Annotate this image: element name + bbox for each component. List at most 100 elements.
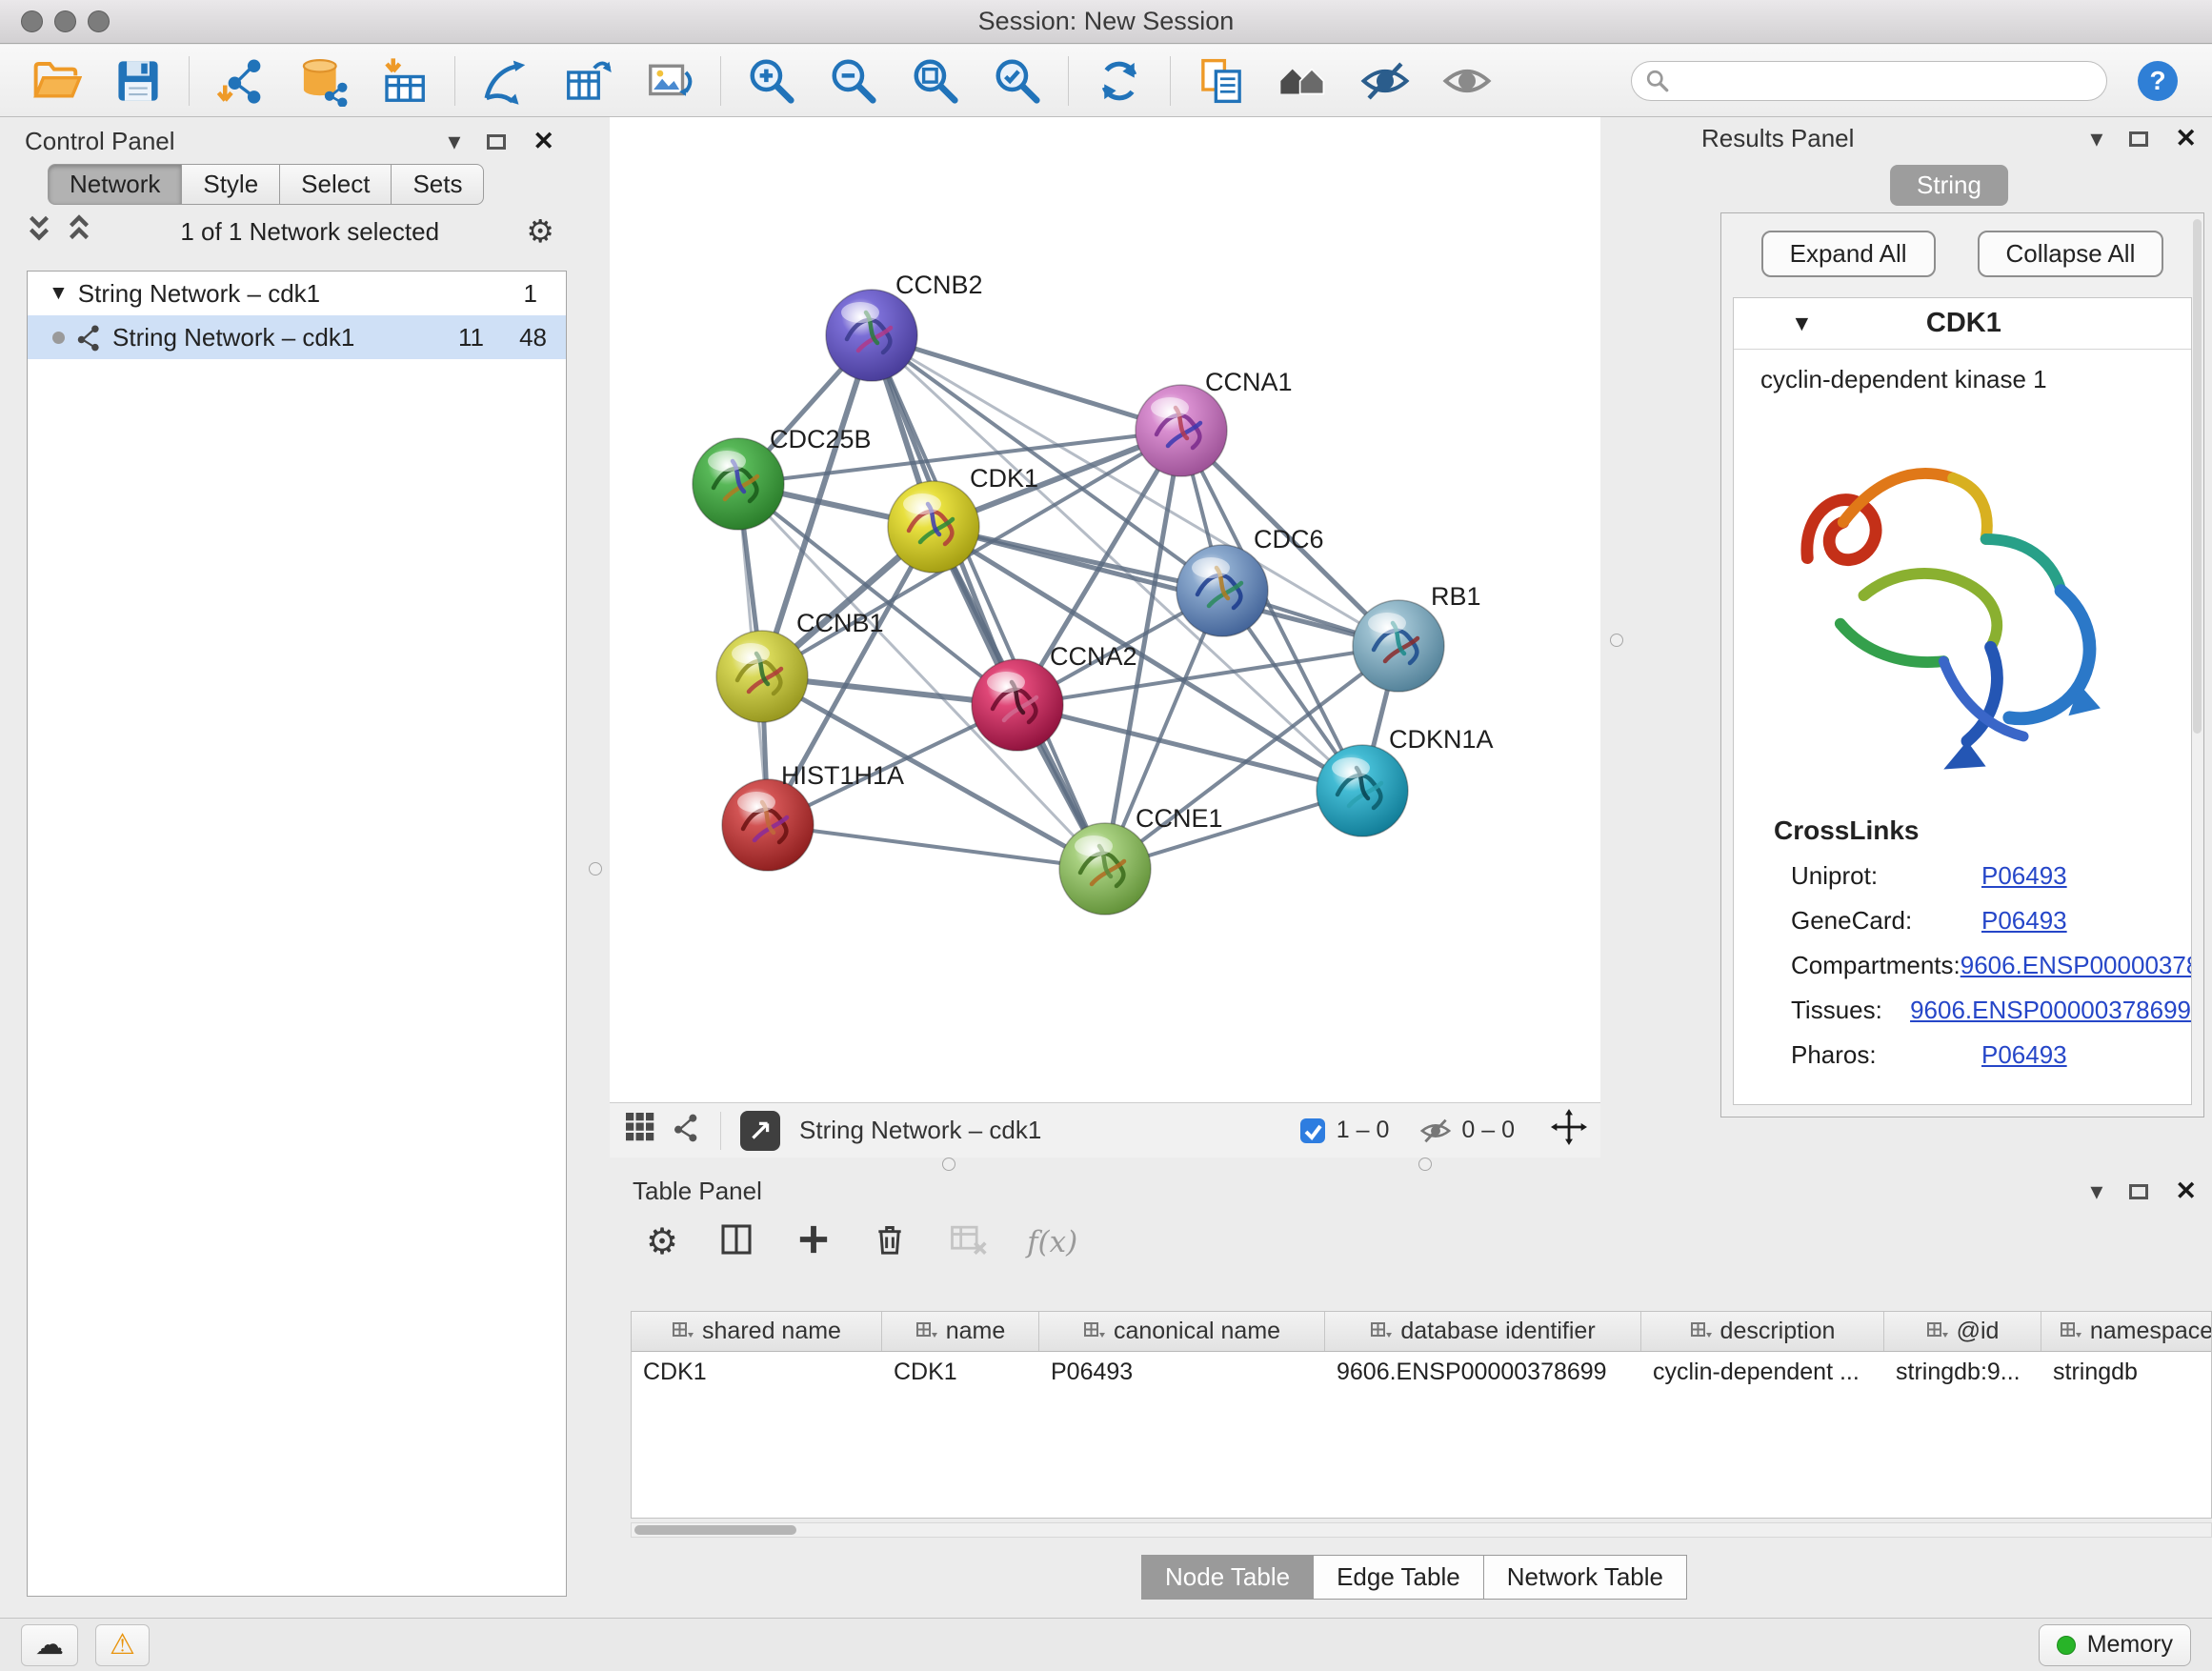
open-session-button[interactable] [27,51,86,111]
help-button[interactable]: ? [2128,51,2187,111]
import-network-file-button[interactable] [211,51,270,111]
home-button[interactable] [1274,51,1333,111]
add-column-button[interactable] [794,1220,833,1265]
table-panel-float-button[interactable] [2129,1177,2148,1206]
column-header-name[interactable]: name [882,1312,1039,1351]
network-node-RB1[interactable]: RB1 [1353,582,1481,692]
delete-column-button[interactable] [871,1220,909,1265]
scrollbar-thumb[interactable] [634,1525,796,1535]
network-type-button[interactable] [671,1112,701,1149]
network-node-CDKN1A[interactable]: CDKN1A [1317,725,1494,836]
first-neighbors-button[interactable] [476,51,535,111]
birds-eye-view-button[interactable] [623,1110,657,1151]
network-node-CDK1[interactable]: CDK1 [888,464,1038,573]
splitter-handle[interactable] [589,862,602,876]
network-edge[interactable] [768,825,1105,869]
show-all-button[interactable] [1438,51,1497,111]
tab-select[interactable]: Select [279,164,392,205]
column-header-description[interactable]: description [1641,1312,1884,1351]
duplicate-document-button[interactable] [1192,51,1251,111]
window-minimize-button[interactable] [54,10,76,32]
network-options-button[interactable]: ⚙ [526,215,554,249]
search-input[interactable] [1679,67,2093,95]
expand-all-button[interactable]: Expand All [1761,231,1936,277]
control-panel-close-button[interactable]: ✕ [533,127,554,156]
warnings-button[interactable]: ⚠ [95,1624,150,1666]
network-row[interactable]: String Network – cdk1 11 48 [28,315,566,359]
tab-network[interactable]: Network [48,164,182,205]
network-collection-row[interactable]: ▼ String Network – cdk1 1 [28,272,566,315]
table-cell[interactable]: stringdb:9... [1884,1359,2041,1386]
tab-style[interactable]: Style [181,164,280,205]
table-cell[interactable]: P06493 [1039,1359,1325,1386]
network-edge[interactable] [934,527,1398,646]
tab-string[interactable]: String [1890,165,2008,206]
zoom-selected-button[interactable] [988,51,1047,111]
column-header-database-identifier[interactable]: database identifier [1325,1312,1641,1351]
network-node-CCNA1[interactable]: CCNA1 [1136,368,1293,476]
tab-edge-table[interactable]: Edge Table [1313,1555,1484,1600]
splitter-handle[interactable] [942,1158,955,1171]
column-header--id[interactable]: @id [1884,1312,2041,1351]
tab-network-table[interactable]: Network Table [1483,1555,1687,1600]
table-horizontal-scrollbar[interactable] [631,1522,2212,1538]
table-cell[interactable]: CDK1 [882,1359,1039,1386]
expand-all-networks-button[interactable] [65,212,93,252]
network-node-CDC25B[interactable]: CDC25B [693,425,872,530]
results-panel-float-button[interactable] [2129,124,2148,153]
hide-selected-button[interactable] [1356,51,1415,111]
crosslink-value-link[interactable]: 9606.ENSP00000378699 [1910,996,2191,1025]
save-session-button[interactable] [109,51,168,111]
splitter-handle[interactable] [1418,1158,1432,1171]
control-panel-float-button[interactable] [487,127,506,156]
network-edge[interactable] [872,335,1105,869]
pan-mode-button[interactable] [1551,1109,1587,1152]
table-data-row[interactable]: CDK1CDK1P064939606.ENSP00000378699cyclin… [632,1352,2211,1392]
crosslink-value-link[interactable]: P06493 [1981,1040,2067,1070]
crosslink-value-link[interactable]: 9606.ENSP00000378699 [1961,951,2192,980]
column-header-shared-name[interactable]: shared name [632,1312,882,1351]
zoom-out-button[interactable] [824,51,883,111]
function-builder-button[interactable]: f(x) [1027,1225,1077,1259]
table-cell[interactable]: CDK1 [632,1359,882,1386]
results-panel-close-button[interactable]: ✕ [2175,124,2197,153]
network-graph-svg[interactable]: CCNB2CCNA1CDC25BCDK1CDC6RB1CCNB1CCNA2CDK… [610,117,1600,1102]
eye-slash-small-icon[interactable] [1419,1115,1452,1147]
table-options-button[interactable]: ⚙ [646,1224,678,1260]
results-panel-menu-button[interactable]: ▾ [2090,124,2102,153]
collapse-all-button[interactable]: Collapse All [1978,231,2164,277]
crosslink-value-link[interactable]: P06493 [1981,906,2067,936]
zoom-in-button[interactable] [742,51,801,111]
crosslink-value-link[interactable]: P06493 [1981,861,2067,891]
table-cell[interactable]: cyclin-dependent ... [1641,1359,1884,1386]
network-from-table-button[interactable] [558,51,617,111]
tab-sets[interactable]: Sets [391,164,484,205]
clear-table-button[interactable] [947,1218,989,1267]
open-external-button[interactable] [740,1111,780,1151]
zoom-fit-button[interactable] [906,51,965,111]
import-network-database-button[interactable] [292,51,352,111]
table-panel-close-button[interactable]: ✕ [2175,1177,2197,1206]
table-panel-menu-button[interactable]: ▾ [2090,1177,2102,1206]
search-field[interactable] [1631,61,2107,101]
show-columns-button[interactable] [716,1219,756,1266]
export-image-button[interactable] [640,51,699,111]
splitter-handle[interactable] [1610,634,1623,647]
window-maximize-button[interactable] [88,10,110,32]
window-close-button[interactable] [21,10,43,32]
table-cell[interactable]: 9606.ENSP00000378699 [1325,1359,1641,1386]
network-node-HIST1H1A[interactable]: HIST1H1A [722,761,904,871]
column-header-canonical-name[interactable]: canonical name [1039,1312,1325,1351]
control-panel-menu-button[interactable]: ▾ [448,127,460,156]
checkbox-checked-icon[interactable] [1298,1117,1327,1145]
network-edge[interactable] [872,335,1181,431]
column-header-namespace[interactable]: namespace [2041,1312,2212,1351]
cloud-status-button[interactable]: ☁ [21,1624,78,1666]
memory-button[interactable]: Memory [2039,1624,2191,1666]
table-cell[interactable]: stringdb [2041,1359,2212,1386]
results-scrollbar[interactable] [2193,219,2202,734]
refresh-button[interactable] [1090,51,1149,111]
protein-card-header[interactable]: ▼ CDK1 [1734,298,2191,350]
tab-node-table[interactable]: Node Table [1141,1555,1314,1600]
import-table-button[interactable] [374,51,433,111]
